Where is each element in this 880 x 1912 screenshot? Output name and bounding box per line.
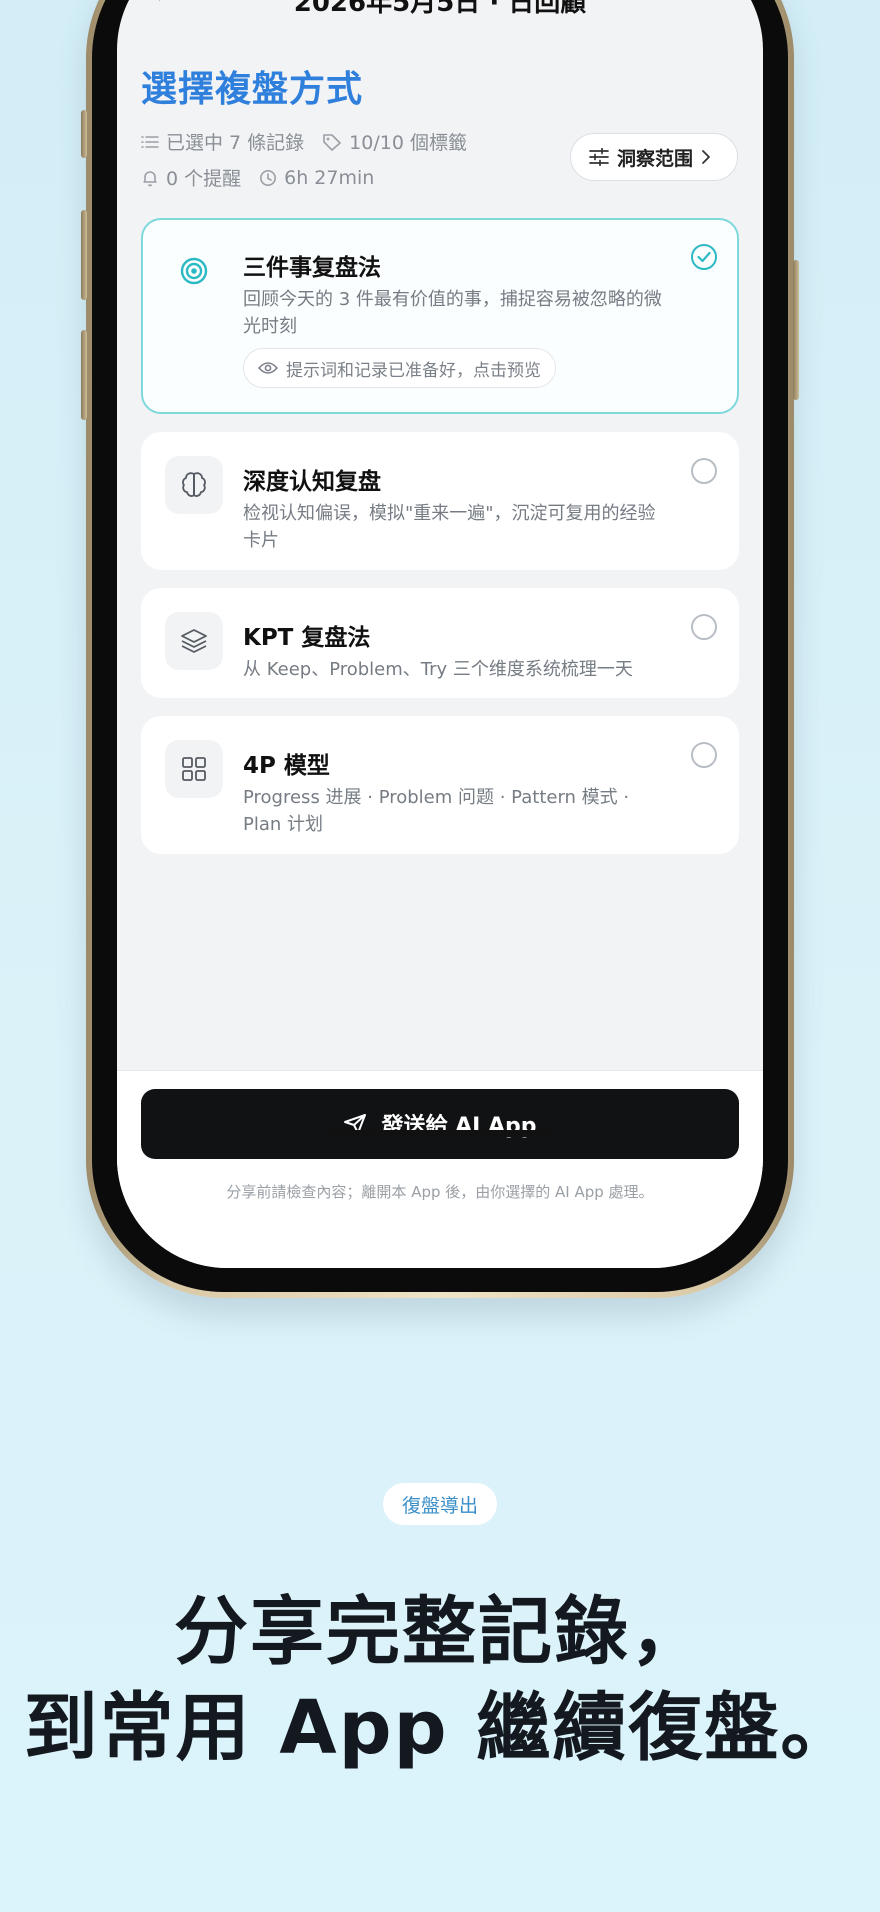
grid-icon <box>165 740 223 798</box>
send-to-ai-app-button[interactable]: 發送給 AI App <box>141 1089 739 1159</box>
preview-chip-label: 提示词和记录已准备好，点击预览 <box>286 360 541 381</box>
preview-chip[interactable]: 提示词和记录已准备好，点击预览 <box>243 348 556 388</box>
sliders-icon <box>589 148 609 166</box>
reminders-text: 0 个提醒 <box>166 168 242 190</box>
phone-power-button <box>793 260 799 400</box>
method-title: 深度认知复盘 <box>243 469 381 495</box>
home-indicator[interactable] <box>326 1130 556 1137</box>
eye-icon <box>258 362 278 374</box>
meta-row-2: 0 个提醒 6h 27min <box>141 164 392 191</box>
radio-unchecked-icon[interactable] <box>691 614 717 640</box>
method-title: 4P 模型 <box>243 753 330 779</box>
bottom-action-panel: 發送給 AI App 分享前請檢查內容；離開本 App 後，由你選擇的 AI A… <box>117 1070 763 1268</box>
topbar-title: 2026年5月5日 · 日回顧 <box>293 0 587 18</box>
tags-info: 10/10 個標籤 <box>322 128 467 155</box>
tag-icon <box>323 133 341 151</box>
layers-icon <box>165 612 223 670</box>
radio-unchecked-icon[interactable] <box>691 742 717 768</box>
duration-text: 6h 27min <box>284 166 375 189</box>
reminders-info: 0 个提醒 <box>141 164 241 191</box>
page-title: 選擇複盤方式 <box>141 69 364 110</box>
list-icon <box>141 135 159 148</box>
method-title: KPT 复盘法 <box>243 625 371 651</box>
phone-volume-down-button <box>81 330 87 420</box>
bell-icon <box>143 170 157 186</box>
brain-icon <box>165 456 223 514</box>
top-bar: 2026年5月5日 · 日回顧 <box>117 0 763 18</box>
headline-line-1: 分享完整記錄， <box>174 1589 706 1675</box>
method-card-4p[interactable]: 4P 模型 Progress 进展 · Problem 问题 · Pattern… <box>141 716 739 854</box>
method-description: Progress 进展 · Problem 问题 · Pattern 模式 · … <box>243 787 630 835</box>
tags-text: 10/10 個標籤 <box>349 132 467 154</box>
headline-line-2: 到常用 App 繼續復盤。 <box>23 1685 857 1771</box>
clock-icon <box>260 169 277 186</box>
insight-scope-button[interactable]: 洞察范围 <box>570 133 738 181</box>
method-card-three-things[interactable]: 三件事复盘法 回顾今天的 3 件最有价值的事，捕捉容易被忽略的微光时刻 提示词和… <box>141 218 739 414</box>
chevron-right-icon <box>702 150 710 164</box>
method-description: 检视认知偏误，模拟"重来一遍"，沉淀可复用的经验卡片 <box>243 503 656 551</box>
phone-side-button <box>81 110 87 158</box>
method-card-deep-cognition[interactable]: 深度认知复盘 检视认知偏误，模拟"重来一遍"，沉淀可复用的经验卡片 <box>141 432 739 570</box>
radio-checked-icon[interactable] <box>691 244 717 270</box>
share-footnote: 分享前請檢查內容；離開本 App 後，由你選擇的 AI App 處理。 <box>226 1183 654 1201</box>
method-card-kpt[interactable]: KPT 复盘法 从 Keep、Problem、Try 三个维度系统梳理一天 <box>141 588 739 698</box>
duration-info: 6h 27min <box>259 167 374 189</box>
target-icon <box>165 242 223 300</box>
method-title: 三件事复盘法 <box>243 255 381 281</box>
radio-unchecked-icon[interactable] <box>691 458 717 484</box>
insight-scope-label: 洞察范围 <box>616 147 693 170</box>
phone-screen: 2026年5月5日 · 日回顧 選擇複盤方式 已選中 7 條記錄 10/10 個… <box>117 0 763 1268</box>
method-description: 回顾今天的 3 件最有价值的事，捕捉容易被忽略的微光时刻 <box>243 289 662 337</box>
feature-badge: 復盤導出 <box>383 1483 497 1525</box>
selected-records-text: 已選中 7 條記錄 <box>166 132 305 154</box>
method-description: 从 Keep、Problem、Try 三个维度系统梳理一天 <box>243 659 633 680</box>
selected-records-info: 已選中 7 條記錄 <box>141 128 304 155</box>
phone-volume-up-button <box>81 210 87 300</box>
meta-row-1: 已選中 7 條記錄 10/10 個標籤 <box>141 128 485 155</box>
